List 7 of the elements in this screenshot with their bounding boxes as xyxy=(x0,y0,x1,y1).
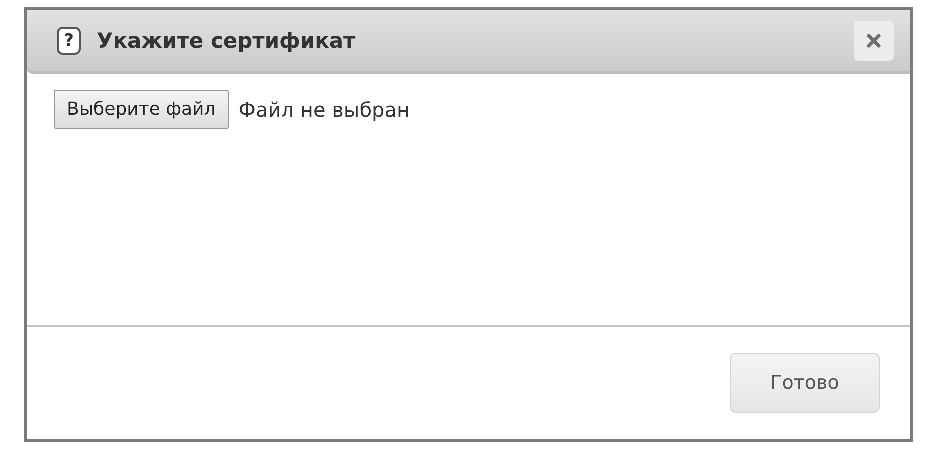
help-badge: ? xyxy=(57,26,81,54)
close-icon xyxy=(866,32,882,48)
close-button[interactable] xyxy=(854,20,894,60)
done-button[interactable]: Готово xyxy=(730,353,880,413)
dialog-title: Укажите сертификат xyxy=(97,28,357,52)
choose-file-button[interactable]: Выберите файл xyxy=(54,90,229,129)
file-status: Файл не выбран xyxy=(238,98,410,122)
